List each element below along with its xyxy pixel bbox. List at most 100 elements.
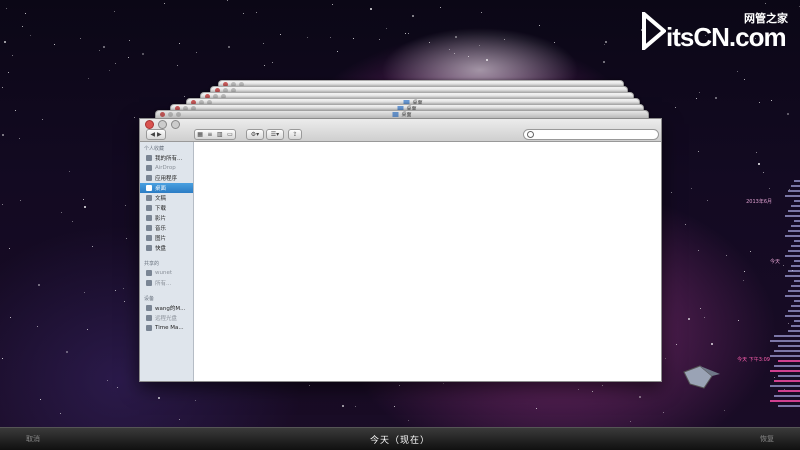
timeline-tick[interactable] [785,315,800,317]
timeline-tick[interactable] [791,185,800,187]
timeline-tick[interactable] [791,225,800,227]
network-computer-icon [146,270,152,276]
timeline-tick[interactable] [770,400,800,402]
timeline-tick[interactable] [794,200,800,202]
arrange-menu-button[interactable]: ☰▾ [266,129,284,140]
logo-text: itsCN.com [666,22,787,52]
timeline-tick[interactable] [774,350,800,352]
timeline-tick[interactable] [794,320,800,322]
pictures-icon [146,235,152,241]
sidebar-item-label: wang的M... [155,306,186,312]
sidebar-item-pictures[interactable]: 图片 [140,233,193,243]
minimize-button[interactable] [158,120,167,129]
view-mode-buttons[interactable]: ▦ ≡ ▥ ▭ [194,129,236,140]
itscn-logo: itsCN.com 网管之家 [640,8,790,54]
timeline-tick[interactable] [791,245,800,247]
timeline-tick[interactable] [791,285,800,287]
close-button[interactable] [145,120,154,129]
timeline-tick[interactable] [788,290,800,292]
timeline-tick[interactable] [770,370,800,372]
timeline-current-label: 今天 下午3:09 [737,357,770,363]
timeline-tick[interactable] [794,280,800,282]
restore-button[interactable]: 恢复 [760,434,774,444]
timeline-tick[interactable] [774,335,800,337]
timeline-tick[interactable] [774,365,800,367]
timeline-tick[interactable] [791,205,800,207]
sidebar-item-music[interactable]: 音乐 [140,223,193,233]
sidebar-item-time-machine[interactable]: Time Ma... [140,323,193,333]
action-menu-button[interactable]: ⚙▾ [246,129,264,140]
logo-subtitle: 网管之家 [744,12,788,25]
timeline-tick[interactable] [794,180,800,182]
sidebar-item-label: Time Ma... [155,325,184,331]
sidebar-item-wunet[interactable]: wunet [140,268,193,278]
folder-icon [392,112,399,117]
timeline-tick[interactable] [778,345,800,347]
sidebar-item-airdrop[interactable]: AirDrop [140,163,193,173]
timeline-tick[interactable] [774,380,800,382]
coverflow-view-icon[interactable]: ▭ [227,131,233,138]
sidebar-item-desktop[interactable]: 桌面 [140,183,193,193]
sidebar-item-label: 应用程序 [155,176,178,182]
timeline-tick[interactable] [778,405,800,407]
sidebar-item-movies[interactable]: 影片 [140,213,193,223]
movies-icon [146,215,152,221]
timeline-label: 今天 [769,259,780,265]
timeline-tick[interactable] [788,330,800,332]
timeline-tick[interactable] [785,215,800,217]
sidebar-item-all-shared[interactable]: 所有... [140,278,193,288]
satellite-icon [683,365,720,389]
timeline-tick[interactable] [778,360,800,362]
sidebar-item-label: AirDrop [155,165,176,171]
timeline-tick[interactable] [791,325,800,327]
time-machine-drive-icon [146,325,152,331]
timeline-tick[interactable] [778,390,800,392]
timeline-tick[interactable] [791,265,800,267]
sidebar-item-remote-disc[interactable]: 远程光盘 [140,313,193,323]
cancel-button[interactable]: 取消 [26,434,40,444]
search-field[interactable] [523,129,659,140]
icon-view-icon[interactable]: ▦ [197,131,203,138]
timeline-tick[interactable] [785,275,800,277]
history-window-title: 桌面 [401,112,412,118]
timeline-tick[interactable] [788,190,800,192]
timeline-tick[interactable] [778,375,800,377]
sidebar-item-documents[interactable]: 文稿 [140,193,193,203]
timeline-tick[interactable] [791,305,800,307]
sidebar-item-macbook[interactable]: wang的M... [140,303,193,313]
timeline-tick[interactable] [794,260,800,262]
finder-window: ◀ ▶ ▦ ≡ ▥ ▭ ⚙▾ ☰▾ ⇪ 个人收藏 我的所有... AirDrop 应用… [139,118,662,382]
timeline-tick[interactable] [794,220,800,222]
sidebar-item-all-files[interactable]: 我的所有... [140,153,193,163]
timeline-tick[interactable] [788,270,800,272]
zoom-button[interactable] [171,120,180,129]
disc-icon [146,315,152,321]
timeline-tick[interactable] [785,195,800,197]
timeline-tick[interactable] [794,300,800,302]
sidebar-item-applications[interactable]: 应用程序 [140,173,193,183]
timeline-tick[interactable] [788,230,800,232]
timeline-tick[interactable] [785,295,800,297]
timeline-tick[interactable] [770,355,800,357]
timeline-tick[interactable] [785,255,800,257]
sidebar-item-label: 桌面 [155,186,167,192]
timeline-tick[interactable] [770,385,800,387]
column-view-icon[interactable]: ▥ [217,131,223,138]
timeline-tick[interactable] [785,235,800,237]
timeline-tick[interactable] [774,395,800,397]
time-machine-timeline[interactable]: 2013年6月 今天 今天 下午3:09 [737,180,800,410]
window-titlebar: ◀ ▶ ▦ ≡ ▥ ▭ ⚙▾ ☰▾ ⇪ [140,119,661,142]
sidebar-item-kuaipan[interactable]: 快盘 [140,243,193,253]
list-view-icon[interactable]: ≡ [207,131,212,138]
finder-content-area[interactable] [194,142,661,381]
share-button[interactable]: ⇪ [288,129,302,140]
timeline-tick[interactable] [770,340,800,342]
timeline-tick[interactable] [788,310,800,312]
airdrop-icon [146,165,152,171]
timeline-tick[interactable] [794,240,800,242]
sidebar-item-downloads[interactable]: 下载 [140,203,193,213]
timeline-tick[interactable] [788,210,800,212]
timeline-label: 2013年6月 [746,199,772,205]
back-forward-button[interactable]: ◀ ▶ [146,129,166,140]
timeline-tick[interactable] [788,250,800,252]
